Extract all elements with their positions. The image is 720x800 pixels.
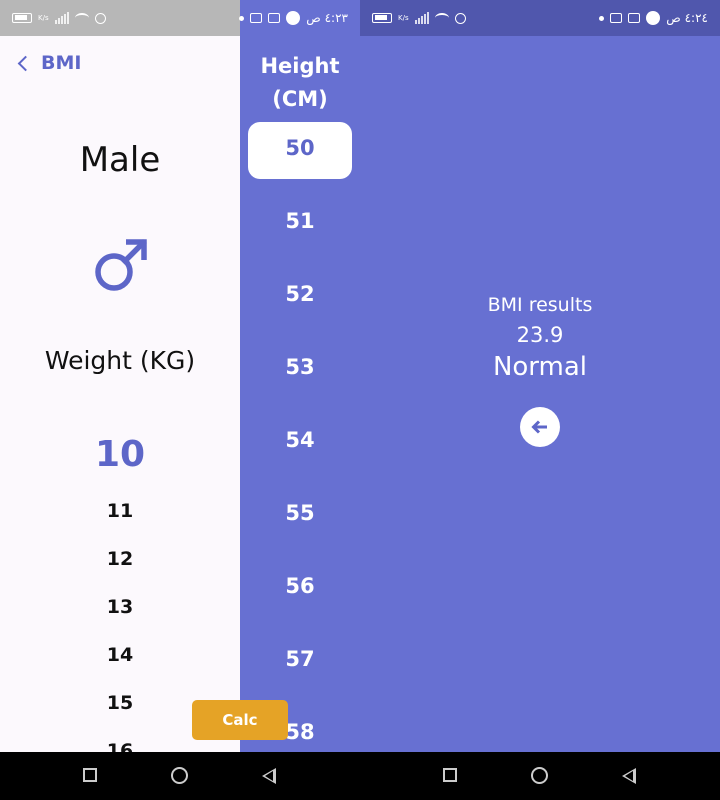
net-speed: K/s	[398, 13, 409, 22]
signal-icon	[54, 12, 69, 24]
recents-icon[interactable]	[83, 768, 97, 782]
status-right: ٤:٢٣ ص	[239, 11, 348, 25]
result-status: Normal	[492, 352, 588, 382]
result-title: BMI results	[487, 294, 593, 316]
arrow-left-icon	[531, 420, 547, 434]
notification-dot-icon	[599, 15, 605, 21]
weight-option[interactable]: 14	[0, 644, 240, 666]
left-screen: K/s ٤:٢٣ ص BMI Male Weight (KG) 10 11 12…	[0, 0, 360, 752]
height-title-line2: (CM)	[272, 87, 328, 111]
status-time: ٤:٢٤ ص	[666, 11, 708, 25]
height-title-line1: Height	[260, 54, 340, 78]
back-label: BMI	[41, 52, 82, 74]
app-notification-icon	[268, 13, 281, 23]
height-option[interactable]: 57	[240, 647, 360, 671]
status-right: ٤:٢٤ ص	[599, 11, 708, 25]
recents-icon[interactable]	[443, 768, 457, 782]
bmi-result: BMI results 23.9 Normal	[360, 294, 720, 382]
height-option[interactable]: 56	[240, 574, 360, 598]
app-notification-icon	[628, 13, 641, 23]
weight-option[interactable]: 12	[0, 548, 240, 570]
weight-option[interactable]: 11	[0, 500, 240, 522]
height-panel: Height (CM) 50 51 52 53 54 55 56 57 58	[240, 36, 360, 752]
height-option[interactable]: 51	[240, 209, 360, 233]
wifi-icon	[74, 13, 89, 23]
signal-icon	[414, 12, 429, 24]
height-option[interactable]: 53	[240, 355, 360, 379]
status-left: K/s	[12, 12, 106, 24]
result-back-button[interactable]	[520, 407, 560, 447]
right-screen: K/s ٤:٢٤ ص BMI results 23.9 Normal	[360, 0, 720, 752]
result-value: 23.9	[516, 323, 564, 347]
weight-option[interactable]: 13	[0, 596, 240, 618]
calc-button[interactable]: Calc	[192, 700, 288, 740]
status-time: ٤:٢٣ ص	[306, 11, 348, 25]
weight-label: Weight (KG)	[44, 346, 196, 375]
battery-icon	[372, 13, 392, 23]
height-option-selected[interactable]: 50	[240, 136, 360, 160]
wifi-icon	[434, 13, 449, 23]
system-nav-bar	[0, 752, 720, 800]
male-symbol-icon[interactable]	[92, 236, 150, 294]
status-bar: K/s ٤:٢٣ ص	[0, 0, 360, 36]
back-button[interactable]: BMI	[17, 52, 82, 74]
status-bar: K/s ٤:٢٤ ص	[360, 0, 720, 36]
home-icon[interactable]	[171, 767, 188, 784]
weight-option[interactable]: 16	[0, 740, 240, 752]
status-left: K/s	[372, 12, 466, 24]
app-notification-icon	[646, 11, 661, 25]
height-option[interactable]: 55	[240, 501, 360, 525]
height-option[interactable]: 52	[240, 282, 360, 306]
home-icon[interactable]	[531, 767, 548, 784]
notification-dot-icon	[239, 15, 245, 21]
weight-option-selected[interactable]: 10	[0, 434, 240, 475]
net-speed: K/s	[38, 13, 49, 22]
height-title: Height (CM)	[240, 50, 360, 116]
app-notification-icon	[250, 13, 263, 23]
back-nav-icon[interactable]	[262, 768, 276, 784]
chevron-left-icon	[17, 55, 34, 72]
height-option[interactable]: 54	[240, 428, 360, 452]
gender-label[interactable]: Male	[0, 140, 240, 180]
alarm-icon	[454, 12, 466, 24]
alarm-icon	[94, 12, 106, 24]
weight-panel: BMI Male Weight (KG) 10 11 12 13 14 15 1…	[0, 36, 240, 752]
app-notification-icon	[610, 13, 623, 23]
app-notification-icon	[286, 11, 301, 25]
back-nav-icon[interactable]	[622, 768, 636, 784]
battery-icon	[12, 13, 32, 23]
